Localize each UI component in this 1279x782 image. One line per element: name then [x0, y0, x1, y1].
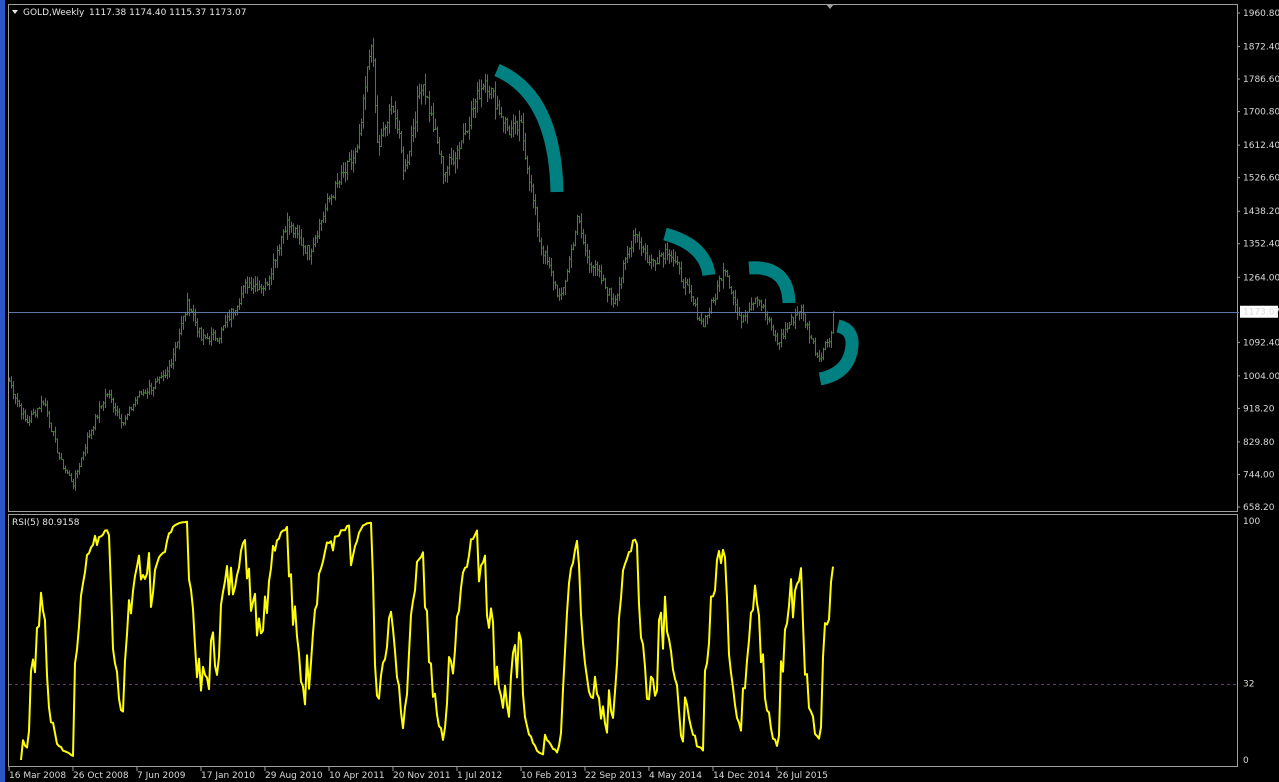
- price-tick-label: 918.20: [1243, 404, 1275, 414]
- price-tick-label: 1872.40: [1243, 43, 1279, 53]
- ohlc-readout: 1117.38 1174.40 1115.37 1173.07: [89, 8, 246, 18]
- time-tick-label: 26 Jul 2015: [777, 771, 828, 781]
- rsi-tick-label: 32: [1243, 680, 1254, 690]
- window-edge: [0, 0, 5, 782]
- time-tick-label: 20 Nov 2011: [393, 771, 451, 781]
- price-tick-label: 1438.20: [1243, 207, 1279, 217]
- time-tick-label: 7 Jun 2009: [137, 771, 186, 781]
- chart-window[interactable]: GOLD,Weekly 1117.38 1174.40 1115.37 1173…: [0, 0, 1279, 782]
- rsi-tick-label: 0: [1243, 756, 1249, 766]
- symbol-label: GOLD,Weekly: [23, 8, 85, 18]
- price-tick-label: 1092.40: [1243, 338, 1279, 348]
- time-tick-label: 1 Jul 2012: [457, 771, 502, 781]
- rsi-label: RSI(5) 80.9158: [12, 518, 80, 528]
- time-tick-label: 10 Feb 2013: [521, 771, 577, 781]
- price-tick-label: 1700.80: [1243, 108, 1279, 118]
- chart-background: [0, 0, 1279, 782]
- time-tick-label: 29 Aug 2010: [265, 771, 323, 781]
- price-tick-label: 829.80: [1243, 438, 1275, 448]
- time-tick-label: 10 Apr 2011: [329, 771, 385, 781]
- time-tick-label: 22 Sep 2013: [585, 771, 642, 781]
- time-tick-label: 26 Oct 2008: [73, 771, 129, 781]
- price-tick-label: 1004.00: [1243, 372, 1279, 382]
- rsi-tick-label: 100: [1243, 517, 1260, 527]
- time-tick-label: 4 May 2014: [649, 771, 702, 781]
- price-tick-label: 1960.80: [1243, 9, 1279, 19]
- time-tick-label: 16 Mar 2008: [9, 771, 66, 781]
- time-tick-label: 17 Jan 2010: [201, 771, 255, 781]
- price-tick-label: 658.20: [1243, 503, 1275, 513]
- price-tick-label: 1264.00: [1243, 273, 1279, 283]
- time-tick-label: 14 Dec 2014: [713, 771, 771, 781]
- price-tick-label: 1786.60: [1243, 75, 1279, 85]
- current-price-label: 1173.07: [1243, 308, 1279, 318]
- price-tick-label: 1526.60: [1243, 174, 1279, 184]
- price-tick-label: 1352.40: [1243, 240, 1279, 250]
- price-tick-label: 744.00: [1243, 470, 1275, 480]
- price-tick-label: 1612.40: [1243, 141, 1279, 151]
